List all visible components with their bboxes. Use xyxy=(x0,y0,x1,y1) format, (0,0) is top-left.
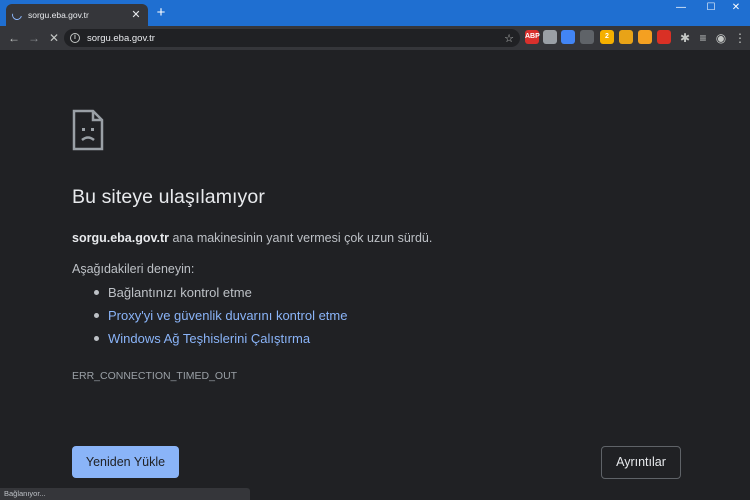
extension-icon-2[interactable] xyxy=(543,30,557,44)
extensions-puzzle-icon[interactable]: ✱ xyxy=(676,29,694,47)
url-text[interactable]: sorgu.eba.gov.tr xyxy=(87,33,504,44)
maximize-button[interactable]: ☐ xyxy=(697,0,725,18)
forward-button[interactable]: → xyxy=(25,29,43,47)
suggestion-item: Bağlantınızı kontrol etme xyxy=(94,285,252,300)
browser-tab[interactable]: sorgu.eba.gov.tr ✕ xyxy=(6,4,148,26)
extension-icon-3[interactable] xyxy=(561,30,575,44)
bullet-icon xyxy=(94,313,99,318)
stop-loading-button[interactable]: ✕ xyxy=(45,29,63,47)
bookmark-star-icon[interactable]: ☆ xyxy=(504,32,514,45)
browser-toolbar: ← → ✕ i sorgu.eba.gov.tr ☆ ABP 2 ✱ ≡ ◉ ⋮ xyxy=(0,26,750,50)
suggestion-check-connection: Bağlantınızı kontrol etme xyxy=(108,285,252,300)
details-button[interactable]: Ayrıntılar xyxy=(601,446,681,479)
error-message-text: ana makinesinin yanıt vermesi çok uzun s… xyxy=(169,231,433,245)
extension-icon-6[interactable] xyxy=(619,30,633,44)
back-button[interactable]: ← xyxy=(5,29,23,47)
bullet-icon xyxy=(94,290,99,295)
error-heading: Bu siteye ulaşılamıyor xyxy=(72,186,265,208)
sad-document-icon xyxy=(72,109,104,151)
site-info-icon[interactable]: i xyxy=(70,33,80,43)
error-page: Bu siteye ulaşılamıyor sorgu.eba.gov.tr … xyxy=(0,50,750,500)
tab-close-icon[interactable]: ✕ xyxy=(130,9,142,21)
error-host: sorgu.eba.gov.tr xyxy=(72,231,170,245)
minimize-button[interactable]: — xyxy=(667,0,695,18)
tab-title: sorgu.eba.gov.tr xyxy=(28,10,89,20)
extension-icon-8[interactable] xyxy=(657,30,671,44)
menu-kebab-icon[interactable]: ⋮ xyxy=(731,29,749,47)
suggestion-network-diagnostics-link[interactable]: Windows Ağ Teşhislerini Çalıştırma xyxy=(108,331,310,346)
new-tab-button[interactable]: + xyxy=(153,4,169,22)
loading-spinner-icon xyxy=(10,8,24,22)
error-message: sorgu.eba.gov.tr ana makinesinin yanıt v… xyxy=(72,231,432,245)
status-bar: Bağlanıyor... xyxy=(0,488,250,500)
close-window-button[interactable]: ✕ xyxy=(722,0,750,18)
address-bar[interactable]: i sorgu.eba.gov.tr ☆ xyxy=(64,29,520,47)
extension-icon-adblock[interactable]: ABP xyxy=(525,30,540,44)
suggestion-check-proxy-link[interactable]: Proxy'yi ve güvenlik duvarını kontrol et… xyxy=(108,308,347,323)
profile-avatar-icon[interactable]: ◉ xyxy=(712,29,730,47)
extension-icon-5[interactable]: 2 xyxy=(600,30,614,44)
try-label: Aşağıdakileri deneyin: xyxy=(72,262,195,276)
reload-button[interactable]: Yeniden Yükle xyxy=(72,446,179,478)
error-code: ERR_CONNECTION_TIMED_OUT xyxy=(72,370,238,382)
suggestion-item: Windows Ağ Teşhislerini Çalıştırma xyxy=(94,331,310,346)
reading-list-icon[interactable]: ≡ xyxy=(694,29,712,47)
extension-icon-4[interactable] xyxy=(580,30,594,44)
bullet-icon xyxy=(94,336,99,341)
title-bar: sorgu.eba.gov.tr ✕ + — ☐ ✕ xyxy=(0,0,750,26)
extension-icon-7[interactable] xyxy=(638,30,652,44)
suggestion-item: Proxy'yi ve güvenlik duvarını kontrol et… xyxy=(94,308,347,323)
